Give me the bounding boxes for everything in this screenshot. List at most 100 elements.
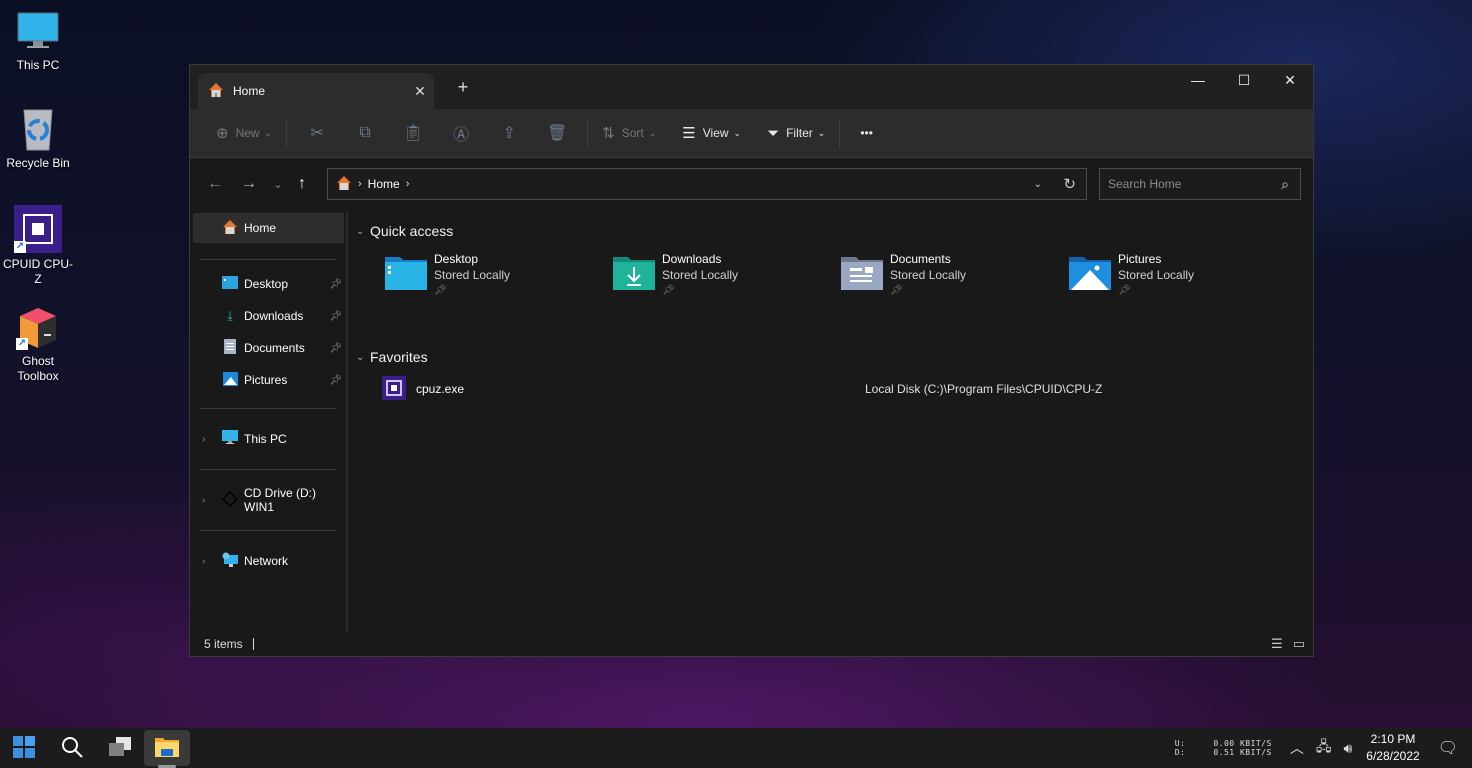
new-button[interactable]: ⊕ New ⌄	[208, 117, 280, 149]
details-view-icon[interactable]: ☰	[1271, 636, 1283, 652]
section-title: Favorites	[370, 349, 428, 365]
download-label: D:	[1174, 748, 1186, 757]
rename-icon[interactable]: Ⓐ	[437, 121, 485, 145]
favorite-item[interactable]: cpuz.exe Local Disk (C:)\Program Files\C…	[356, 375, 1313, 403]
expand-chevron-icon[interactable]: ›	[202, 556, 205, 567]
documents-icon	[222, 339, 238, 357]
search-input[interactable]	[1108, 177, 1270, 191]
item-status: Stored Locally	[1118, 268, 1195, 282]
file-explorer-window: Home ✕ + — ☐ ✕ ⊕ New ⌄ ✂ ⧉ 📋︎ Ⓐ ⇪ 🗑︎ ⇅ S…	[189, 64, 1314, 657]
sidebar-item-label: Downloads	[244, 309, 304, 323]
notification-icon[interactable]: 🗨︎	[1438, 738, 1458, 758]
close-tab-icon[interactable]: ✕	[406, 83, 434, 100]
collapse-chevron-icon[interactable]: ⌄	[356, 352, 370, 363]
quick-access-item-downloads[interactable]: Downloads Stored Locally 📌︎	[612, 251, 840, 337]
item-name: Downloads	[662, 252, 722, 266]
sidebar-item-pictures[interactable]: Pictures 📌︎	[190, 364, 346, 396]
quick-access-item-desktop[interactable]: Desktop Stored Locally 📌︎	[384, 251, 612, 337]
expand-chevron-icon[interactable]: ›	[202, 434, 205, 445]
item-count: 5 items	[204, 637, 243, 651]
sidebar-item-home[interactable]: Home	[193, 213, 344, 243]
shortcut-arrow-icon: ↗	[16, 338, 28, 350]
chevron-right-icon[interactable]: ›	[406, 178, 410, 190]
search-icon	[61, 736, 83, 761]
sidebar-item-downloads[interactable]: ⤓ Downloads 📌︎	[190, 300, 346, 332]
system-tray: U: D: 0.00 KBIT/S 0.51 KBIT/S ︿ 🖧︎ 🔊︎ 2:…	[1175, 728, 1472, 768]
view-button[interactable]: ☰ View ⌄	[674, 117, 749, 149]
sort-button[interactable]: ⇅ Sort ⌄	[594, 117, 664, 149]
tiles-view-icon[interactable]: ▭	[1293, 636, 1305, 652]
copy-icon[interactable]: ⧉	[341, 124, 389, 142]
download-value: 0.51 KBIT/S	[1213, 748, 1272, 757]
start-button[interactable]	[0, 728, 48, 768]
up-button[interactable]: ↑	[290, 175, 314, 193]
cut-icon[interactable]: ✂	[293, 123, 341, 143]
sidebar-item-label: Home	[244, 221, 277, 235]
sidebar-item-this-pc[interactable]: › This PC	[190, 423, 346, 455]
clock[interactable]: 2:10 PM 6/28/2022	[1366, 731, 1419, 765]
sidebar-item-desktop[interactable]: Desktop 📌︎	[190, 268, 346, 300]
sidebar-item-label: Pictures	[244, 373, 288, 387]
sidebar-item-network[interactable]: › Network	[190, 545, 346, 577]
address-bar[interactable]: › Home › ⌄ ↻	[327, 168, 1087, 200]
downloads-folder-icon	[612, 255, 656, 291]
new-tab-button[interactable]: +	[453, 77, 473, 98]
item-name: Documents	[890, 252, 951, 266]
monitor-icon	[222, 430, 238, 448]
breadcrumb-home[interactable]: Home	[368, 177, 400, 191]
collapse-chevron-icon[interactable]: ⌄	[356, 226, 370, 237]
desktop-icon-ghost-toolbox[interactable]: ↗ Ghost Toolbox	[2, 306, 74, 384]
chevron-down-icon: ⌄	[648, 127, 657, 138]
windows-logo-icon	[13, 735, 35, 761]
delete-icon[interactable]: 🗑︎	[533, 123, 581, 143]
forward-button[interactable]: →	[232, 175, 266, 193]
paste-icon[interactable]: 📋︎	[389, 123, 437, 143]
chevron-down-icon: ⌄	[733, 127, 742, 138]
pin-icon: 📌︎	[434, 285, 447, 296]
address-dropdown-icon[interactable]: ⌄	[1034, 179, 1042, 190]
show-hidden-icons-chevron[interactable]: ︿	[1290, 738, 1304, 758]
expand-chevron-icon[interactable]: ›	[202, 495, 205, 506]
desktop-icon-cpuz[interactable]: ↗ CPUID CPU-Z	[2, 205, 74, 287]
more-options-button[interactable]: •••	[852, 117, 881, 149]
section-quick-access[interactable]: ⌄ Quick access	[356, 221, 1313, 241]
back-button[interactable]: ←	[198, 175, 232, 193]
recycle-bin-icon	[16, 108, 60, 152]
network-status-icon[interactable]: 🖧︎	[1316, 736, 1332, 760]
network-monitor[interactable]: U: D: 0.00 KBIT/S 0.51 KBIT/S	[1175, 739, 1272, 757]
divider	[286, 118, 288, 148]
pin-icon: 📌︎	[662, 285, 675, 296]
tab-label: Home	[233, 84, 266, 98]
command-bar: ⊕ New ⌄ ✂ ⧉ 📋︎ Ⓐ ⇪ 🗑︎ ⇅ Sort ⌄ ☰ View ⌄ …	[190, 109, 1313, 158]
maximize-button[interactable]: ☐	[1221, 65, 1267, 95]
desktop-icon-recycle-bin[interactable]: Recycle Bin	[2, 108, 74, 171]
minimize-button[interactable]: —	[1175, 65, 1221, 95]
chevron-right-icon: ›	[358, 178, 362, 190]
navigation-pane: Home Desktop 📌︎ ⤓ Downloads 📌︎ Documents…	[190, 211, 348, 632]
cpuz-icon: ↗	[14, 205, 62, 253]
filter-button[interactable]: ⏷ Filter ⌄	[759, 117, 833, 149]
volume-icon[interactable]: 🔊︎	[1343, 740, 1352, 757]
search-button[interactable]	[48, 728, 96, 768]
task-view-button[interactable]	[96, 728, 144, 768]
sidebar-item-documents[interactable]: Documents 📌︎	[190, 332, 346, 364]
section-favorites[interactable]: ⌄ Favorites	[356, 347, 1313, 367]
sidebar-item-label: This PC	[244, 432, 287, 446]
quick-access-item-pictures[interactable]: Pictures Stored Locally 📌︎	[1068, 251, 1296, 337]
close-window-button[interactable]: ✕	[1267, 65, 1313, 95]
desktop-icon-this-pc[interactable]: This PC	[2, 10, 74, 73]
tab-home[interactable]: Home ✕	[198, 73, 434, 109]
title-bar: Home ✕ + — ☐ ✕	[190, 65, 1313, 109]
sidebar-item-cd-drive[interactable]: › CD Drive (D:) WIN1	[190, 484, 346, 516]
quick-access-item-documents[interactable]: Documents Stored Locally 📌︎	[840, 251, 1068, 337]
item-name: cpuz.exe	[416, 382, 465, 396]
item-path: Local Disk (C:)\Program Files\CPUID\CPU-…	[865, 382, 1103, 396]
taskbar-file-explorer[interactable]	[144, 730, 190, 768]
refresh-icon[interactable]: ↻	[1063, 175, 1076, 193]
share-icon[interactable]: ⇪	[485, 123, 533, 143]
recent-locations-button[interactable]: ⌄	[266, 178, 290, 191]
pin-icon: 📌︎	[329, 278, 342, 290]
pin-icon: 📌︎	[890, 285, 903, 296]
pictures-icon	[222, 371, 238, 389]
search-icon[interactable]: ⌕	[1270, 176, 1300, 193]
